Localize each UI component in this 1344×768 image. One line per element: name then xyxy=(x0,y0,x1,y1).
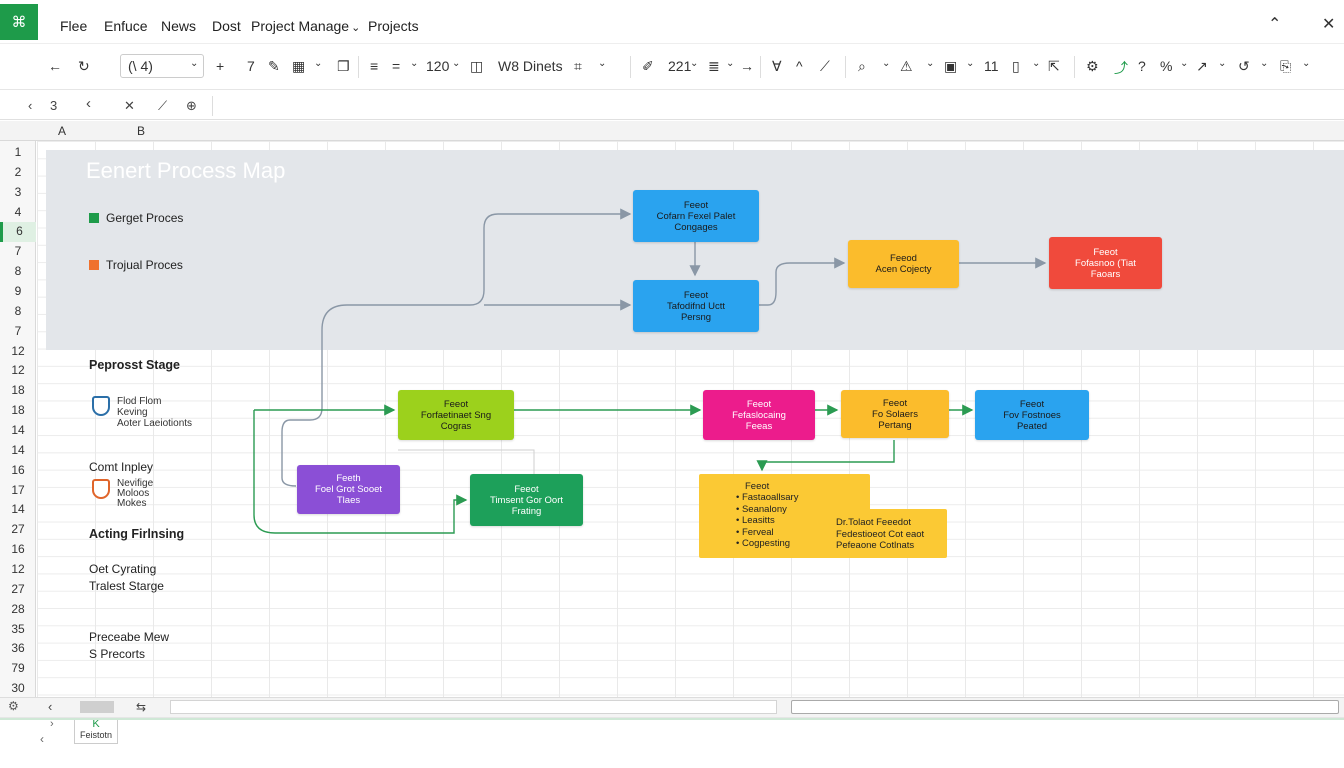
connector-line xyxy=(398,449,535,474)
node-line: Acen Cojecty xyxy=(875,264,932,275)
notes-list-item: • Ferveal xyxy=(736,526,774,538)
notes-list-item: • Cogpesting xyxy=(736,538,791,549)
node-title: Feeot xyxy=(443,398,469,410)
connector-line xyxy=(756,440,895,472)
node-title: Feeot xyxy=(683,199,709,211)
process-node[interactable]: Feeot Cofarn Fexel Palet Congages xyxy=(633,190,759,242)
connector-layer xyxy=(253,208,1047,534)
notes-right: Dr.Tolaot Feeedot Fedestioeot Cot eaot Pef… xyxy=(836,517,924,552)
node-line: Tafodifnd Uctt xyxy=(666,300,726,312)
node-title: Feeod xyxy=(890,253,917,264)
node-title: Feeot xyxy=(514,483,539,495)
process-node[interactable]: Feeot Tafodifnd Uctt Persng xyxy=(633,280,759,332)
scroll-thumb[interactable] xyxy=(80,701,114,713)
nav-left-icon[interactable]: ‹ xyxy=(48,699,52,714)
process-node[interactable]: Feeot Fofasnoo (Tiat Faoars xyxy=(1049,237,1162,289)
node-line: Congages xyxy=(674,221,718,233)
notes-right-line: Pefeaone Cotlnats xyxy=(836,540,915,551)
node-line: Tlaes xyxy=(336,495,361,506)
node-line: Peated xyxy=(1016,420,1048,432)
scrollbar-track[interactable] xyxy=(170,700,777,714)
sheet-tab[interactable]: K Feistotn xyxy=(74,718,118,744)
connector-line xyxy=(321,208,632,408)
node-title: Feeot xyxy=(1093,246,1118,258)
node-line: Fefaslocaing xyxy=(732,409,786,421)
sheet-tab-bar: ‹ ⇆ ⚙ xyxy=(0,697,1344,717)
notes-right-line: Dr.Tolaot Feeedot xyxy=(836,517,911,528)
chevron-left-icon[interactable]: ‹ xyxy=(40,732,44,746)
node-line: Timsent Gor Oort xyxy=(489,494,564,506)
process-node[interactable]: Feeod Acen Cojecty xyxy=(848,240,959,288)
status-bar: › ‹ K Feistotn xyxy=(0,717,1344,768)
node-line: Forfaetinaet Sng xyxy=(420,409,492,421)
node-line: Persng xyxy=(680,311,712,323)
node-line: Fo Solaers xyxy=(872,408,918,420)
notes-list-item: • Seanalony xyxy=(736,503,787,515)
connector-line xyxy=(759,257,846,306)
node-title: Feeot xyxy=(746,398,772,410)
horizontal-scrollbar[interactable] xyxy=(791,700,1339,714)
node-line: Fov Fostnoes xyxy=(1003,409,1061,421)
process-node[interactable]: Feeot Forfaetinaet Sng Cogras xyxy=(398,390,514,440)
notes-list: • Fastaoallsary • Seanalony • Leasitts • Fe… xyxy=(736,492,798,550)
node-title: Feeth xyxy=(336,473,361,484)
node-line: Foel Grot Sooet xyxy=(314,484,383,495)
settings-icon[interactable]: ⚙ xyxy=(8,699,19,713)
node-line: Cogras xyxy=(440,420,472,432)
node-line: Feeas xyxy=(745,420,773,432)
node-title: Feeot xyxy=(1019,398,1045,410)
node-line: Frating xyxy=(511,505,542,517)
node-line: Faoars xyxy=(1090,268,1121,280)
node-title: Feeot xyxy=(882,397,908,409)
scroll-icon[interactable]: ⇆ xyxy=(136,700,146,714)
process-node[interactable]: Feeot Fefaslocaing Feeas xyxy=(703,390,815,440)
notes-list-item: • Leasitts xyxy=(736,515,775,526)
process-node[interactable]: Feeot Timsent Gor Oort Frating xyxy=(470,474,583,526)
node-line: Cofarn Fexel Palet xyxy=(656,210,736,222)
notes-list-item: • Fastaoallsary xyxy=(736,492,799,503)
notes-right-line: Fedestioeot Cot eaot xyxy=(836,528,925,540)
notes-title: Feeot xyxy=(745,481,770,492)
sheet-tab-label: Feistotn xyxy=(79,730,112,740)
status-accent-line xyxy=(0,718,1344,720)
node-line: Fofasnoo (Tiat xyxy=(1075,257,1136,269)
process-node[interactable]: Feeth Foel Grot Sooet Tlaes xyxy=(297,465,400,514)
node-line: Pertang xyxy=(878,419,912,431)
node-title: Feeot xyxy=(683,289,709,301)
process-node[interactable]: Feeot Fov Fostnoes Peated xyxy=(975,390,1089,440)
process-node[interactable]: Feeot Fo Solaers Pertang xyxy=(841,390,949,438)
